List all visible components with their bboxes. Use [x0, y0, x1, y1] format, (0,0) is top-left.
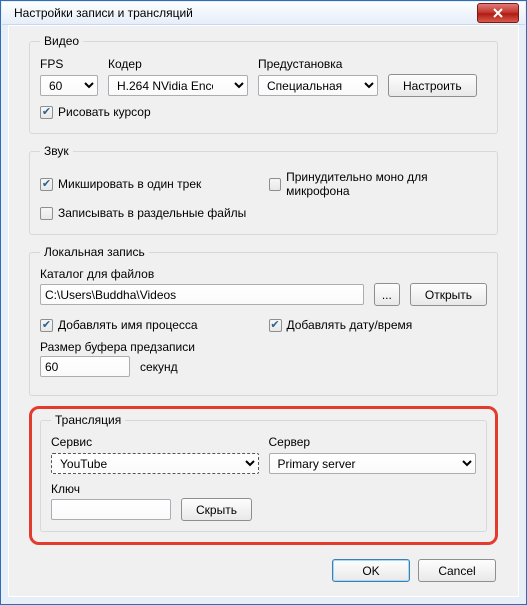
close-button[interactable]	[477, 3, 519, 23]
cancel-button[interactable]: Cancel	[418, 559, 496, 582]
buffer-label: Размер буфера предзаписи	[40, 340, 487, 354]
checkbox-icon	[269, 319, 282, 332]
configure-button[interactable]: Настроить	[388, 74, 477, 97]
audio-group: Звук Микшировать в один трек Принудитель…	[29, 144, 498, 235]
catalog-input[interactable]	[40, 284, 364, 305]
local-group: Локальная запись Каталог для файлов ... …	[29, 245, 498, 396]
hide-button[interactable]: Скрыть	[181, 498, 252, 521]
ok-button[interactable]: OK	[332, 559, 410, 582]
buffer-unit: секунд	[140, 360, 178, 374]
checkbox-icon	[40, 207, 53, 220]
checkbox-icon	[269, 178, 282, 191]
service-select[interactable]: YouTube	[51, 453, 259, 474]
add-datetime-checkbox[interactable]: Добавлять дату/время	[269, 318, 488, 332]
audio-legend: Звук	[40, 144, 73, 158]
add-datetime-label: Добавлять дату/время	[287, 318, 413, 332]
separate-label: Записывать в раздельные файлы	[58, 206, 246, 220]
checkbox-icon	[40, 319, 53, 332]
mono-checkbox[interactable]: Принудительно моно для микрофона	[269, 170, 488, 198]
window-title: Настройки записи и трансляций	[14, 6, 477, 20]
video-legend: Видео	[40, 34, 83, 48]
browse-button[interactable]: ...	[374, 283, 400, 306]
draw-cursor-checkbox[interactable]: Рисовать курсор	[40, 105, 487, 119]
checkbox-icon	[40, 106, 53, 119]
preset-label: Предустановка	[258, 57, 378, 71]
key-input[interactable]	[51, 499, 171, 520]
server-label: Сервер	[269, 435, 477, 449]
mono-label: Принудительно моно для микрофона	[286, 170, 487, 198]
mix-label: Микшировать в один трек	[58, 177, 201, 191]
add-process-label: Добавлять имя процесса	[58, 318, 198, 332]
catalog-label: Каталог для файлов	[40, 267, 487, 281]
coder-select[interactable]: H.264 NVidia Encoder	[108, 75, 248, 96]
close-icon	[493, 8, 503, 18]
add-process-checkbox[interactable]: Добавлять имя процесса	[40, 318, 259, 332]
local-legend: Локальная запись	[40, 245, 149, 259]
separate-checkbox[interactable]: Записывать в раздельные файлы	[40, 206, 487, 220]
mix-checkbox[interactable]: Микшировать в один трек	[40, 177, 259, 191]
open-button[interactable]: Открыть	[410, 283, 487, 306]
fps-select[interactable]: 60	[40, 75, 98, 96]
key-label: Ключ	[51, 482, 476, 496]
stream-group: Трансляция Сервис YouTube Сервер Primary…	[40, 413, 487, 532]
draw-cursor-label: Рисовать курсор	[58, 105, 151, 119]
server-select[interactable]: Primary server	[269, 453, 477, 474]
service-label: Сервис	[51, 435, 259, 449]
checkbox-icon	[40, 178, 53, 191]
preset-select[interactable]: Специальная	[258, 75, 378, 96]
coder-label: Кодер	[108, 57, 248, 71]
buffer-input[interactable]	[40, 356, 130, 377]
video-group: Видео FPS 60 Кодер H.264 NVidia Encoder …	[29, 34, 498, 134]
stream-legend: Трансляция	[51, 413, 125, 427]
fps-label: FPS	[40, 57, 98, 71]
highlight-box: Трансляция Сервис YouTube Сервер Primary…	[29, 406, 498, 545]
